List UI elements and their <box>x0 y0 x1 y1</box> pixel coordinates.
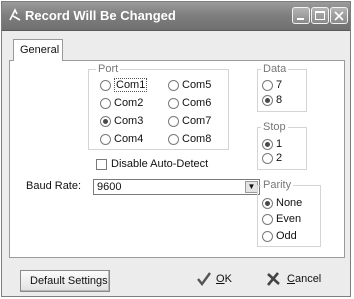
radio-com8-label: Com8 <box>182 133 212 145</box>
radio-com5-label: Com5 <box>182 79 212 91</box>
general-panel: Port Com1 Com2 Com3 Com4 Com5 Com6 Com7 <box>9 60 345 258</box>
radio-com3-label: Com3 <box>114 115 144 127</box>
parity-group-label: Parity <box>261 179 294 191</box>
radio-com8-button[interactable] <box>168 134 179 145</box>
baud-rate-select[interactable]: 9600 ▼ <box>93 179 260 195</box>
radio-stop-1-button[interactable] <box>262 139 273 150</box>
baud-rate-value: 9600 <box>97 181 122 193</box>
radio-data-7-label: 7 <box>276 79 283 91</box>
radio-com4-button[interactable] <box>100 134 111 145</box>
default-settings-label: Default Settings <box>30 275 108 287</box>
radio-com5-button[interactable] <box>168 80 179 91</box>
radio-com2-label: Com2 <box>114 97 144 109</box>
data-group-label: Data <box>261 63 289 75</box>
radio-parity-even-label: Even <box>276 213 302 225</box>
title-bar[interactable]: Record Will Be Changed <box>2 2 350 31</box>
radio-com7-button[interactable] <box>168 116 179 127</box>
radio-stop-2-label: 2 <box>276 152 283 164</box>
baud-rate-label: Baud Rate: <box>26 180 82 192</box>
radio-com2-button[interactable] <box>100 98 111 109</box>
radio-data-8-button[interactable] <box>262 95 273 106</box>
maximize-icon <box>315 11 325 20</box>
radio-com6-button[interactable] <box>168 98 179 109</box>
default-settings-button[interactable]: Default Settings <box>20 270 110 292</box>
radio-com6-label: Com6 <box>182 97 212 109</box>
ok-mnemonic: O <box>216 273 225 285</box>
tab-general[interactable]: General <box>13 39 63 61</box>
minimize-button[interactable] <box>292 7 310 24</box>
tab-general-label: General <box>20 44 60 56</box>
disable-auto-detect-checkbox[interactable] <box>96 159 107 170</box>
ok-button[interactable]: OK <box>197 272 239 290</box>
cancel-label: Cancel <box>287 273 321 285</box>
ok-label: OK <box>216 273 232 285</box>
radio-stop-2-button[interactable] <box>262 153 273 164</box>
radio-data-7-button[interactable] <box>262 80 273 91</box>
radio-parity-odd-button[interactable] <box>262 231 273 242</box>
radio-com7-label: Com7 <box>182 115 212 127</box>
radio-com1-label: Com1 <box>114 78 148 92</box>
close-button[interactable] <box>330 7 348 24</box>
app-icon <box>8 8 22 22</box>
radio-com4-label: Com4 <box>114 133 144 145</box>
radio-com3-button[interactable] <box>100 116 111 127</box>
window-title: Record Will Be Changed <box>25 8 176 23</box>
radio-com1-button[interactable] <box>100 80 111 91</box>
radio-parity-none-button[interactable] <box>262 198 273 209</box>
port-group-label: Port <box>96 63 121 75</box>
cancel-label-post: ancel <box>294 273 322 285</box>
checkmark-icon <box>197 272 211 289</box>
close-icon <box>333 10 345 25</box>
cancel-mnemonic: C <box>287 273 295 285</box>
cancel-button[interactable]: Cancel <box>266 272 328 290</box>
dialog-window: Record Will Be Changed General Port Com1… <box>1 1 351 297</box>
radio-stop-1-label: 1 <box>276 138 283 150</box>
stop-group-label: Stop <box>261 121 288 133</box>
cancel-x-icon <box>266 272 281 289</box>
disable-auto-detect-label: Disable Auto-Detect <box>111 158 209 170</box>
radio-data-8-label: 8 <box>276 94 283 106</box>
radio-parity-odd-label: Odd <box>276 230 297 242</box>
radio-parity-even-button[interactable] <box>262 214 273 225</box>
ok-label-post: K <box>224 273 232 285</box>
minimize-icon <box>297 18 304 20</box>
maximize-button[interactable] <box>311 7 329 24</box>
radio-parity-none-label: None <box>276 197 303 209</box>
